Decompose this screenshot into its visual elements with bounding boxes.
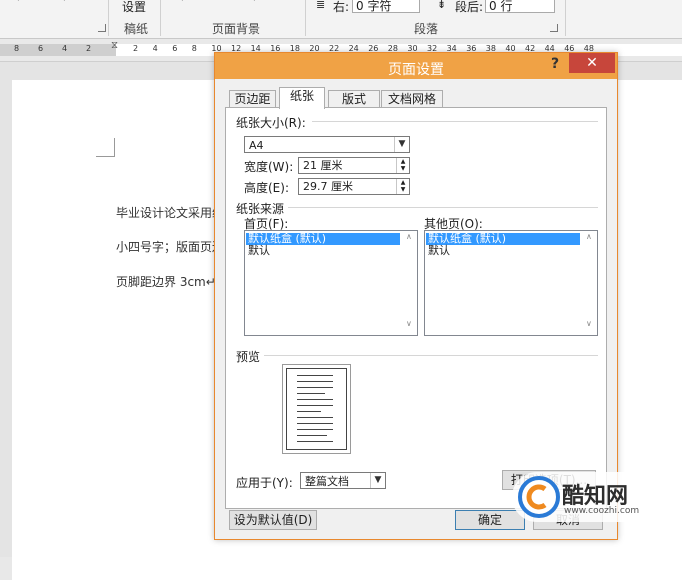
ribbon-separator [305,0,306,36]
first-page-listbox[interactable]: 默认纸盒 (默认) 默认 ∧ ∨ [244,230,418,336]
preview-line [297,423,333,424]
scrollbar[interactable]: ∧ ∨ [402,231,417,333]
indent-marker-icon[interactable]: ⧖ [111,40,118,51]
preview-line [297,375,333,376]
preview-line [297,405,333,406]
site-watermark: 酷知网 www.coozhi.com [512,468,662,526]
ruler-tick-label: 2 [86,44,92,53]
preview-line [297,435,327,436]
set-default-button[interactable]: 设为默认值(D) [229,510,317,530]
ruler-tick-label: 4 [62,44,68,53]
divider [288,207,598,208]
width-value: 21 厘米 [303,159,343,172]
tab-layout[interactable]: 版式 [328,90,380,108]
preview-line [297,393,325,394]
tab-paper[interactable]: 纸张 [279,87,325,109]
page-preview [282,364,351,454]
chevron-down-icon[interactable]: ▼ [394,137,409,152]
spacing-after-input[interactable]: 0 行 [485,0,555,13]
divider [264,355,598,356]
chevron-down-icon[interactable]: ▼ [370,473,385,488]
ribbon: 设置 稿纸 ▾ ▾ ▾ ▾ 页面背景 ≣ 右: 0 字符 ⇟ 段后: 0 行 段… [0,0,682,39]
apply-to-value: 整篇文档 [305,475,349,488]
chevron-down-icon[interactable]: ▾ [180,0,185,4]
document-line: 小四号字；版面页边 [116,240,225,254]
height-input[interactable]: 29.7 厘米 ▲ ▼ [298,178,410,195]
ruler-tick-label: 6 [38,44,44,53]
paper-size-label: 纸张大小(R): [236,116,306,130]
indent-right-value: 0 字符 [356,0,392,13]
close-button[interactable]: ✕ [569,53,615,73]
ribbon-separator [565,0,566,36]
spacing-after-label: 段后: [455,0,484,14]
preview-line [297,441,333,442]
draft-settings-button[interactable]: 设置 [122,0,146,15]
list-item[interactable]: 默认 [426,245,580,257]
page-setup-dialog: 页面设置 ? ✕ 页边距 纸张 版式 文档网格 纸张大小(R): A4 ▼ 宽度… [214,52,618,540]
close-icon: ✕ [586,55,598,71]
spacing-after-value: 0 行 [489,0,513,13]
scroll-up-icon[interactable]: ∧ [586,232,592,241]
coozhi-logo-icon [518,476,560,518]
spinner-icon[interactable]: ▲ ▼ [396,179,409,194]
watermark-url: www.coozhi.com [564,506,640,516]
preview-line [297,381,333,382]
scroll-down-icon[interactable]: ∨ [406,319,412,328]
ribbon-separator [108,0,109,36]
preview-line [297,417,333,418]
margin-corner-mark [96,138,115,157]
list-item[interactable]: 默认 [246,245,400,257]
preview-line [297,399,333,400]
chevron-down-icon[interactable]: ▾ [16,0,21,4]
tab-document-grid[interactable]: 文档网格 [381,90,443,108]
group-paragraph-label: 段落 [414,22,439,36]
indent-right-icon: ≣ [316,0,326,11]
height-value: 29.7 厘米 [303,180,353,193]
apply-to-select[interactable]: 整篇文档 ▼ [300,472,386,489]
group-page-background-label: 页面背景 [212,22,261,36]
ruler-tick-label: 8 [191,44,197,53]
dialog-launcher-icon[interactable] [550,24,558,32]
tab-margins[interactable]: 页边距 [229,90,276,108]
spinner-icon[interactable]: ▲ ▼ [396,158,409,173]
preview-page [286,368,347,450]
ribbon-separator [160,0,161,36]
indent-right-input[interactable]: 0 字符 [352,0,420,13]
apply-to-label: 应用于(Y): [236,476,293,490]
chevron-down-icon[interactable]: ▾ [62,0,67,4]
preview-line [297,411,321,412]
document-line: 页脚距边界 3cm↵ [116,275,216,289]
height-label: 高度(E): [244,181,289,195]
scrollbar[interactable]: ∧ ∨ [582,231,597,333]
ruler-tick-label: 2 [133,44,139,53]
paper-tab-panel: 纸张大小(R): A4 ▼ 宽度(W): 21 厘米 ▲ ▼ 高度(E): 29.… [225,107,607,509]
indent-right-label: 右: [333,0,350,14]
preview-line [297,387,333,388]
spacing-after-icon: ⇟ [437,0,447,11]
ruler-tick-label: 8 [14,44,20,53]
dialog-launcher-icon[interactable] [98,24,106,32]
chevron-down-icon[interactable]: ▾ [252,0,257,4]
divider [312,121,598,122]
scroll-down-icon[interactable]: ∨ [586,319,592,328]
width-input[interactable]: 21 厘米 ▲ ▼ [298,157,410,174]
group-draft-label: 稿纸 [124,22,149,36]
ruler-tick-label: 4 [152,44,158,53]
other-pages-listbox[interactable]: 默认纸盒 (默认) 默认 ∧ ∨ [424,230,598,336]
dialog-titlebar[interactable]: 页面设置 ? ✕ [215,53,617,79]
paper-size-select[interactable]: A4 ▼ [244,136,410,153]
scroll-up-icon[interactable]: ∧ [406,232,412,241]
ruler-tick-label: 6 [172,44,178,53]
width-label: 宽度(W): [244,160,294,174]
help-button[interactable]: ? [551,56,559,72]
document-line: 毕业设计论文采用纸 [116,206,225,220]
paper-size-value: A4 [249,139,264,152]
preview-line [297,429,333,430]
preview-label: 预览 [236,350,261,364]
